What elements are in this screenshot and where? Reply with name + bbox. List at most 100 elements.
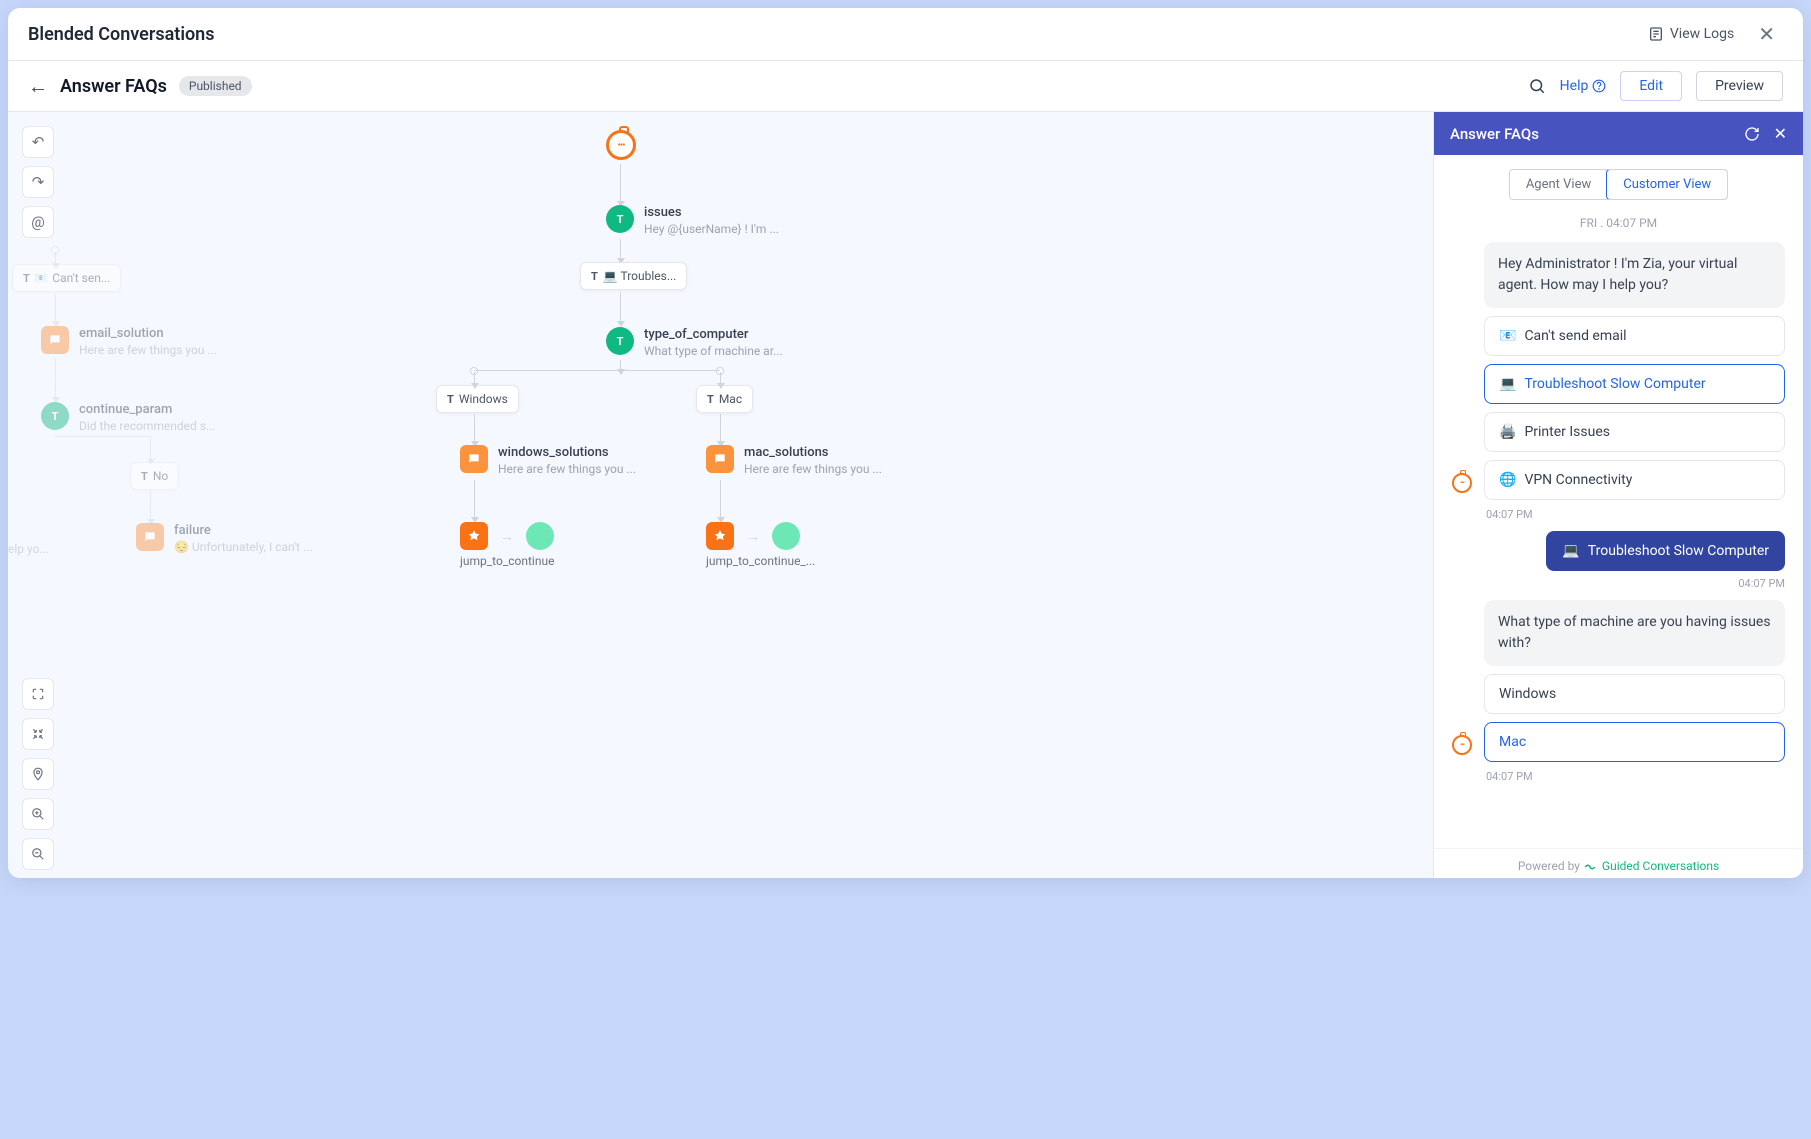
node-failure[interactable]: failure 😔 Unfortunately, I can't ... bbox=[136, 523, 313, 554]
panel-close-icon[interactable]: ✕ bbox=[1774, 124, 1787, 143]
panel-title: Answer FAQs bbox=[1450, 125, 1539, 143]
flow-edge bbox=[474, 414, 475, 442]
target-icon bbox=[772, 522, 800, 550]
text-node-icon: T bbox=[41, 402, 69, 430]
footer-prefix: Powered by bbox=[1518, 859, 1580, 873]
view-logs-label: View Logs bbox=[1670, 26, 1734, 42]
pill-cant-send[interactable]: T📧 Can't sen... bbox=[12, 264, 121, 292]
app-frame: Blended Conversations View Logs ✕ ← Answ… bbox=[8, 8, 1803, 878]
flow-edge bbox=[474, 480, 475, 518]
flow-edge bbox=[474, 372, 475, 384]
message-node-icon bbox=[136, 523, 164, 551]
canvas-tools-bottom bbox=[22, 678, 54, 870]
undo-button[interactable]: ↶ bbox=[22, 126, 54, 158]
subheader-right: Help Edit Preview bbox=[1528, 71, 1783, 101]
node-windows-solutions[interactable]: windows_solutions Here are few things yo… bbox=[460, 445, 636, 476]
flow-edge bbox=[620, 360, 621, 370]
arrow-icon: → bbox=[500, 528, 514, 545]
stopwatch-icon: ••• bbox=[606, 130, 636, 160]
flow-graph: ••• T issues Hey @{userName} ! I'm ... T… bbox=[8, 112, 1433, 878]
option-printer-issues[interactable]: 🖨️ Printer Issues bbox=[1484, 412, 1785, 452]
node-title: issues bbox=[644, 205, 779, 220]
node-email-solution[interactable]: email_solution Here are few things you .… bbox=[41, 326, 217, 357]
locate-button[interactable] bbox=[22, 758, 54, 790]
status-badge: Published bbox=[179, 76, 252, 96]
preview-panel: Answer FAQs ✕ Agent View Customer View F… bbox=[1433, 112, 1803, 878]
flow-edge bbox=[55, 436, 150, 437]
pill-troubleshoot[interactable]: T 💻 Troubles... bbox=[580, 262, 687, 290]
chat-body[interactable]: FRI . 04:07 PM Hey Administrator ! I'm Z… bbox=[1434, 210, 1803, 848]
bot-avatar: ••• bbox=[1452, 735, 1474, 759]
edit-button[interactable]: Edit bbox=[1620, 71, 1682, 101]
node-continue-param[interactable]: T continue_param Did the recommended s..… bbox=[41, 402, 215, 433]
view-logs-button[interactable]: View Logs bbox=[1648, 26, 1734, 42]
pill-no[interactable]: T No bbox=[130, 462, 179, 490]
option-label: Windows bbox=[1499, 686, 1556, 702]
node-subtitle: What type of machine ar... bbox=[644, 344, 783, 358]
panel-footer: Powered by Guided Conversations bbox=[1434, 848, 1803, 878]
canvas-tools-top: ↶ ↷ @ bbox=[22, 126, 54, 238]
topbar-actions: View Logs ✕ bbox=[1648, 18, 1783, 50]
close-icon[interactable]: ✕ bbox=[1750, 18, 1783, 50]
message-node-icon bbox=[460, 445, 488, 473]
node-jump-continue[interactable]: → jump_to_continue bbox=[460, 522, 554, 550]
back-arrow-icon[interactable]: ← bbox=[28, 74, 48, 99]
timestamp: 04:07 PM bbox=[1484, 770, 1785, 783]
node-issues[interactable]: T issues Hey @{userName} ! I'm ... bbox=[606, 205, 779, 236]
node-title: type_of_computer bbox=[644, 327, 783, 342]
option-label: Can't send email bbox=[1524, 328, 1626, 344]
node-title: failure bbox=[174, 523, 313, 538]
zoom-in-button[interactable] bbox=[22, 798, 54, 830]
text-node-icon: T bbox=[606, 205, 634, 233]
node-mac-solutions[interactable]: mac_solutions Here are few things you ..… bbox=[706, 445, 882, 476]
option-troubleshoot-slow-computer[interactable]: 💻 Troubleshoot Slow Computer bbox=[1484, 364, 1785, 404]
footer-link[interactable]: Guided Conversations bbox=[1602, 859, 1719, 873]
option-cant-send-email[interactable]: 📧 Can't send email bbox=[1484, 316, 1785, 356]
message-node-icon bbox=[706, 445, 734, 473]
panel-header: Answer FAQs ✕ bbox=[1434, 112, 1803, 155]
pill-label: Windows bbox=[459, 392, 508, 406]
node-subtitle: Did the recommended s... bbox=[79, 419, 215, 433]
redo-button[interactable]: ↷ bbox=[22, 166, 54, 198]
user-message-text: Troubleshoot Slow Computer bbox=[1588, 543, 1769, 559]
app-title: Blended Conversations bbox=[28, 24, 215, 45]
user-message-block: 💻 Troubleshoot Slow Computer 04:07 PM bbox=[1452, 531, 1785, 590]
zoom-out-button[interactable] bbox=[22, 838, 54, 870]
flow-canvas[interactable]: ↶ ↷ @ bbox=[8, 112, 1433, 878]
refresh-icon[interactable] bbox=[1744, 126, 1760, 142]
node-type-of-computer[interactable]: T type_of_computer What type of machine … bbox=[606, 327, 783, 358]
pill-windows[interactable]: T Windows bbox=[436, 385, 519, 413]
jump-label: jump_to_continue bbox=[460, 554, 600, 568]
message-node-icon bbox=[41, 326, 69, 354]
flow-edge bbox=[620, 164, 621, 202]
node-jump-continue-mac[interactable]: → jump_to_continue_... bbox=[706, 522, 800, 550]
help-link[interactable]: Help bbox=[1560, 78, 1607, 94]
page-title: Answer FAQs bbox=[60, 76, 167, 97]
tab-customer-view[interactable]: Customer View bbox=[1606, 169, 1728, 200]
main: ↶ ↷ @ bbox=[8, 112, 1803, 878]
jump-icon bbox=[460, 522, 488, 550]
node-subtitle: 😔 Unfortunately, I can't ... bbox=[174, 540, 313, 554]
node-title: windows_solutions bbox=[498, 445, 636, 460]
pill-mac[interactable]: T Mac bbox=[696, 385, 753, 413]
node-title: continue_param bbox=[79, 402, 215, 417]
subheader-left: ← Answer FAQs Published bbox=[28, 74, 252, 99]
bot-message-block: What type of machine are you having issu… bbox=[1452, 600, 1785, 783]
bot-message: Hey Administrator ! I'm Zia, your virtua… bbox=[1484, 242, 1785, 308]
arrow-icon: → bbox=[746, 528, 760, 545]
printer-icon: 🖨️ bbox=[1499, 424, 1516, 440]
mention-button[interactable]: @ bbox=[22, 206, 54, 238]
option-vpn-connectivity[interactable]: 🌐 VPN Connectivity bbox=[1484, 460, 1785, 500]
option-windows[interactable]: Windows bbox=[1484, 674, 1785, 714]
preview-button[interactable]: Preview bbox=[1696, 71, 1783, 101]
option-mac[interactable]: Mac bbox=[1484, 722, 1785, 762]
option-label: Troubleshoot Slow Computer bbox=[1524, 376, 1705, 392]
search-icon[interactable] bbox=[1528, 77, 1546, 95]
bot-message-block: Hey Administrator ! I'm Zia, your virtua… bbox=[1452, 242, 1785, 521]
tab-agent-view[interactable]: Agent View bbox=[1510, 170, 1607, 199]
fullscreen-button[interactable] bbox=[22, 678, 54, 710]
logs-icon bbox=[1648, 26, 1664, 42]
start-node[interactable]: ••• bbox=[606, 130, 636, 164]
fit-button[interactable] bbox=[22, 718, 54, 750]
flow-edge bbox=[720, 372, 721, 384]
